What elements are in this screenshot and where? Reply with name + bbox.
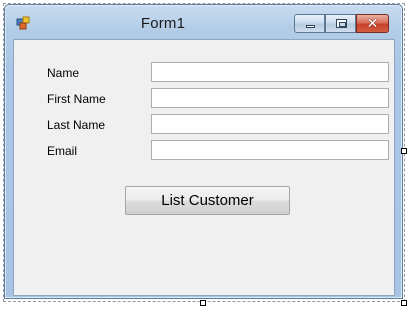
last-name-label: Last Name [47,118,106,132]
resize-handle-corner[interactable] [401,300,407,306]
close-button[interactable]: ✕ [356,14,389,33]
email-textbox[interactable] [151,140,389,160]
first-name-textbox[interactable] [151,88,389,108]
close-icon: ✕ [366,15,379,31]
email-label: Email [47,144,78,158]
name-label: Name [47,66,80,80]
first-name-label: First Name [47,92,106,106]
maximize-button[interactable] [325,14,356,33]
minimize-icon [306,25,315,28]
name-textbox[interactable] [151,62,389,82]
form-client-area: Name First Name Last Name Email List Cus… [13,39,395,296]
resize-handle-right[interactable] [401,148,407,154]
last-name-textbox[interactable] [151,114,389,134]
maximize-icon [336,19,347,28]
list-customer-button[interactable]: List Customer [125,186,290,215]
resize-handle-bottom[interactable] [200,300,206,306]
form-designer-surface: Form1 ✕ Name First Name Last Name Email … [0,0,411,309]
form-window[interactable]: Form1 ✕ Name First Name Last Name Email … [4,4,403,299]
minimize-button[interactable] [294,14,325,33]
window-title: Form1 [140,15,186,32]
